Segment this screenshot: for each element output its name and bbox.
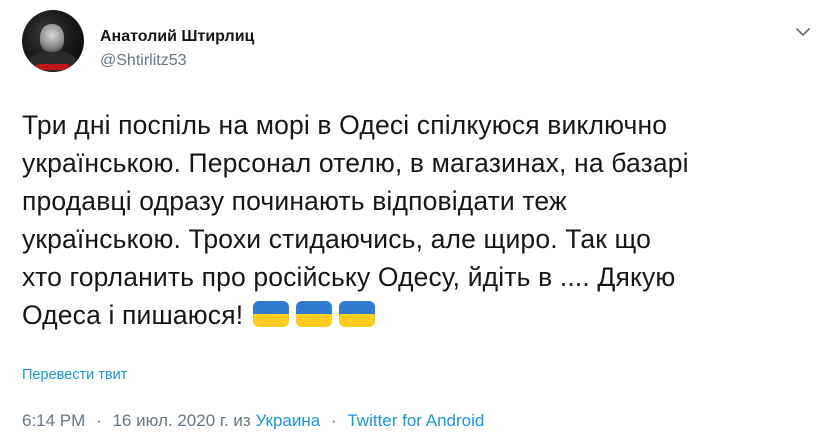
tweet-text-line: хто горланить про російську Одесу, йдіть… <box>22 262 676 292</box>
avatar[interactable] <box>22 10 84 72</box>
tweet-card: Анатолий Штирлиц @Shtirlitz53 Три дні по… <box>0 0 837 447</box>
ukraine-flag-icon <box>296 301 333 327</box>
chevron-down-icon[interactable] <box>793 22 813 42</box>
tweet-text-line: Одеса і пишаюся! <box>22 300 244 330</box>
ukraine-flag-icon <box>339 301 376 327</box>
tweet-text-line: українською. Персонал отелю, в магазинах… <box>22 148 689 178</box>
avatar-face <box>40 24 64 52</box>
avatar-scarf <box>36 64 70 70</box>
tweet-time[interactable]: 6:14 PM <box>22 411 85 430</box>
tweet-text-line: українською. Трохи стидаючись, але щиро.… <box>22 224 652 254</box>
tweet-location-link[interactable]: Украина <box>255 411 320 430</box>
user-handle[interactable]: @Shtirlitz53 <box>100 52 187 70</box>
tweet-text-line: продавці одразу починають відповідати те… <box>22 186 567 216</box>
tweet-source-link[interactable]: Twitter for Android <box>347 411 484 430</box>
tweet-meta: 6:14 PM · 16 июл. 2020 г. из Украина · T… <box>22 411 484 431</box>
meta-separator: · <box>96 411 102 430</box>
user-name[interactable]: Анатолий Штирлиц <box>100 28 254 46</box>
tweet-text-last-line: Одеса і пишаюся! <box>22 296 822 337</box>
flag-emoji-group <box>253 299 382 337</box>
tweet-text: Три дні поспіль на морі в Одесі спілкуюс… <box>22 106 822 337</box>
meta-separator: · <box>330 411 337 430</box>
ukraine-flag-icon <box>253 301 290 327</box>
tweet-date[interactable]: 16 июл. 2020 г. из <box>112 411 250 430</box>
tweet-text-line: Три дні поспіль на морі в Одесі спілкуюс… <box>22 110 668 140</box>
translate-tweet-link[interactable]: Перевести твит <box>22 367 127 383</box>
